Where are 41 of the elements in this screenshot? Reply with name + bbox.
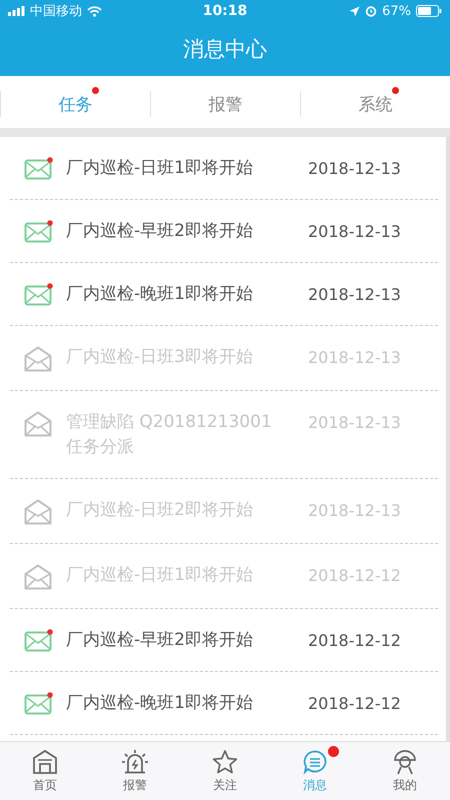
message-row[interactable]: 厂内巡检-晚班1即将开始 2018-12-13 xyxy=(10,263,438,326)
message-title: 厂内巡检-早班2即将开始 xyxy=(66,220,254,243)
message-date: 2018-12-13 xyxy=(308,158,401,180)
message-date: 2018-12-12 xyxy=(308,565,401,587)
chat-bubble-icon xyxy=(302,748,328,774)
message-date: 2018-12-13 xyxy=(308,221,401,243)
location-arrow-icon xyxy=(349,6,360,16)
alarm-clock-icon xyxy=(365,5,378,17)
message-row[interactable]: 厂内巡检-日班1即将开始 2018-12-13 xyxy=(10,137,438,200)
message-row[interactable]: 厂内巡检-早班2即将开始 2018-12-13 xyxy=(10,200,438,263)
nav-tab[interactable]: 首页 xyxy=(0,742,90,800)
message-row[interactable]: 厂内巡检-晚班1即将开始 2018-12-12 xyxy=(10,672,438,735)
message-title: 厂内巡检-早班2即将开始 xyxy=(66,629,254,652)
alarm-light-icon xyxy=(121,748,149,774)
message-title: 厂内巡检-晚班1即将开始 xyxy=(66,692,254,715)
star-icon xyxy=(212,748,238,774)
carrier-name: 中国移动 xyxy=(30,3,82,20)
message-title: 厂内巡检-日班1即将开始 xyxy=(66,157,254,180)
page-title: 消息中心 xyxy=(183,36,267,63)
message-date: 2018-12-12 xyxy=(308,630,401,652)
battery-percent: 67% xyxy=(382,4,411,18)
message-title: 管理缺陷 Q20181213001 任务分派 xyxy=(66,411,273,459)
wifi-icon xyxy=(87,6,102,16)
nav-tab[interactable]: 我的 xyxy=(360,742,450,800)
person-icon xyxy=(392,748,418,774)
message-date: 2018-12-12 xyxy=(308,693,401,715)
message-date: 2018-12-13 xyxy=(308,284,401,306)
home-icon xyxy=(32,748,58,774)
message-date: 2018-12-13 xyxy=(308,412,401,434)
signal-icon xyxy=(8,6,25,16)
message-title: 厂内巡检-晚班1即将开始 xyxy=(66,283,254,306)
nav-tab[interactable]: 报警 xyxy=(90,742,180,800)
message-row[interactable]: 厂内巡检-早班2即将开始 2018-12-12 xyxy=(10,609,438,672)
clock-time: 10:18 xyxy=(202,3,248,19)
message-date: 2018-12-13 xyxy=(308,347,401,369)
message-date: 2018-12-13 xyxy=(308,500,401,522)
nav-tab[interactable]: 关注 xyxy=(180,742,270,800)
message-title: 厂内巡检-日班3即将开始 xyxy=(66,346,254,369)
battery-icon xyxy=(416,5,442,17)
message-title: 厂内巡检-日班1即将开始 xyxy=(66,564,254,587)
message-title: 厂内巡检-日班2即将开始 xyxy=(66,499,254,522)
